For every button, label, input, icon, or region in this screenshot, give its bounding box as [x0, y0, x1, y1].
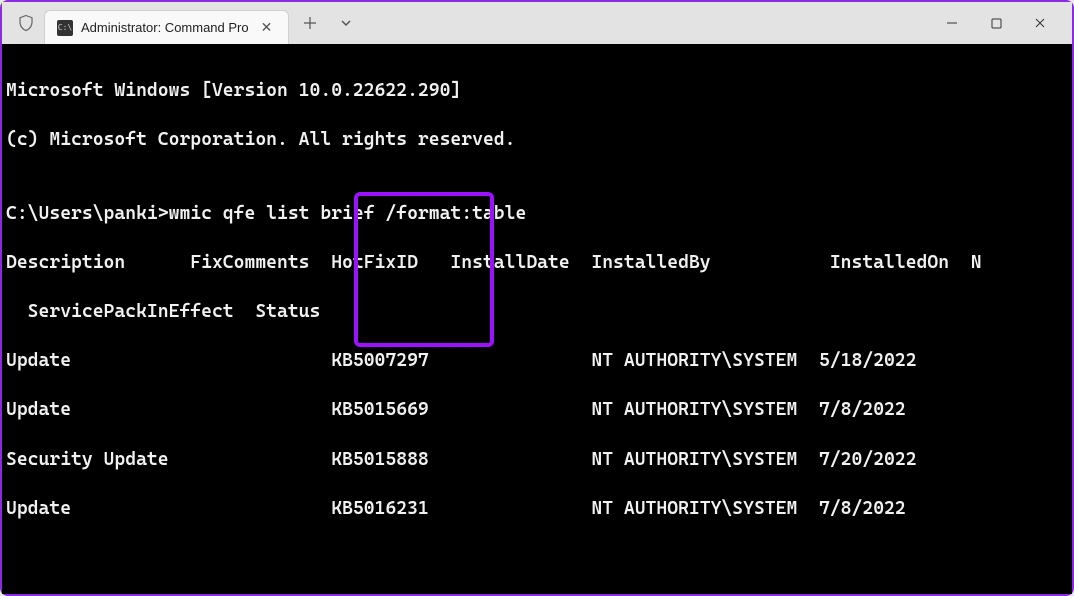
- table-row: Update KB5007297 NT AUTHORITY\SYSTEM 5/1…: [6, 349, 1068, 374]
- window-titlebar: C:\ Administrator: Command Pro ✕: [2, 2, 1072, 44]
- banner-line-1: Microsoft Windows [Version 10.0.22622.29…: [6, 79, 1068, 104]
- table-header-1: Description FixComments HotFixID Install…: [6, 251, 1068, 276]
- command-line: C:\Users\panki>wmic qfe list brief /form…: [6, 202, 1068, 227]
- table-row: Update KB5015669 NT AUTHORITY\SYSTEM 7/8…: [6, 398, 1068, 423]
- table-row: Update KB5016231 NT AUTHORITY\SYSTEM 7/8…: [6, 497, 1068, 522]
- command-prompt-icon: C:\: [57, 20, 73, 36]
- tab-dropdown-button[interactable]: [331, 8, 361, 38]
- new-tab-button[interactable]: [295, 8, 325, 38]
- terminal-output[interactable]: Microsoft Windows [Version 10.0.22622.29…: [2, 44, 1072, 594]
- table-header-2: ServicePackInEffect Status: [6, 300, 1068, 325]
- window-controls: [938, 9, 1066, 37]
- close-window-button[interactable]: [1026, 9, 1054, 37]
- banner-line-2: (c) Microsoft Corporation. All rights re…: [6, 128, 1068, 153]
- table-row: Security Update KB5015888 NT AUTHORITY\S…: [6, 448, 1068, 473]
- minimize-button[interactable]: [938, 9, 966, 37]
- active-tab[interactable]: C:\ Administrator: Command Pro ✕: [44, 10, 289, 44]
- shield-icon: [16, 13, 36, 33]
- tab-title: Administrator: Command Pro: [81, 20, 249, 35]
- maximize-button[interactable]: [982, 9, 1010, 37]
- close-tab-button[interactable]: ✕: [257, 17, 277, 38]
